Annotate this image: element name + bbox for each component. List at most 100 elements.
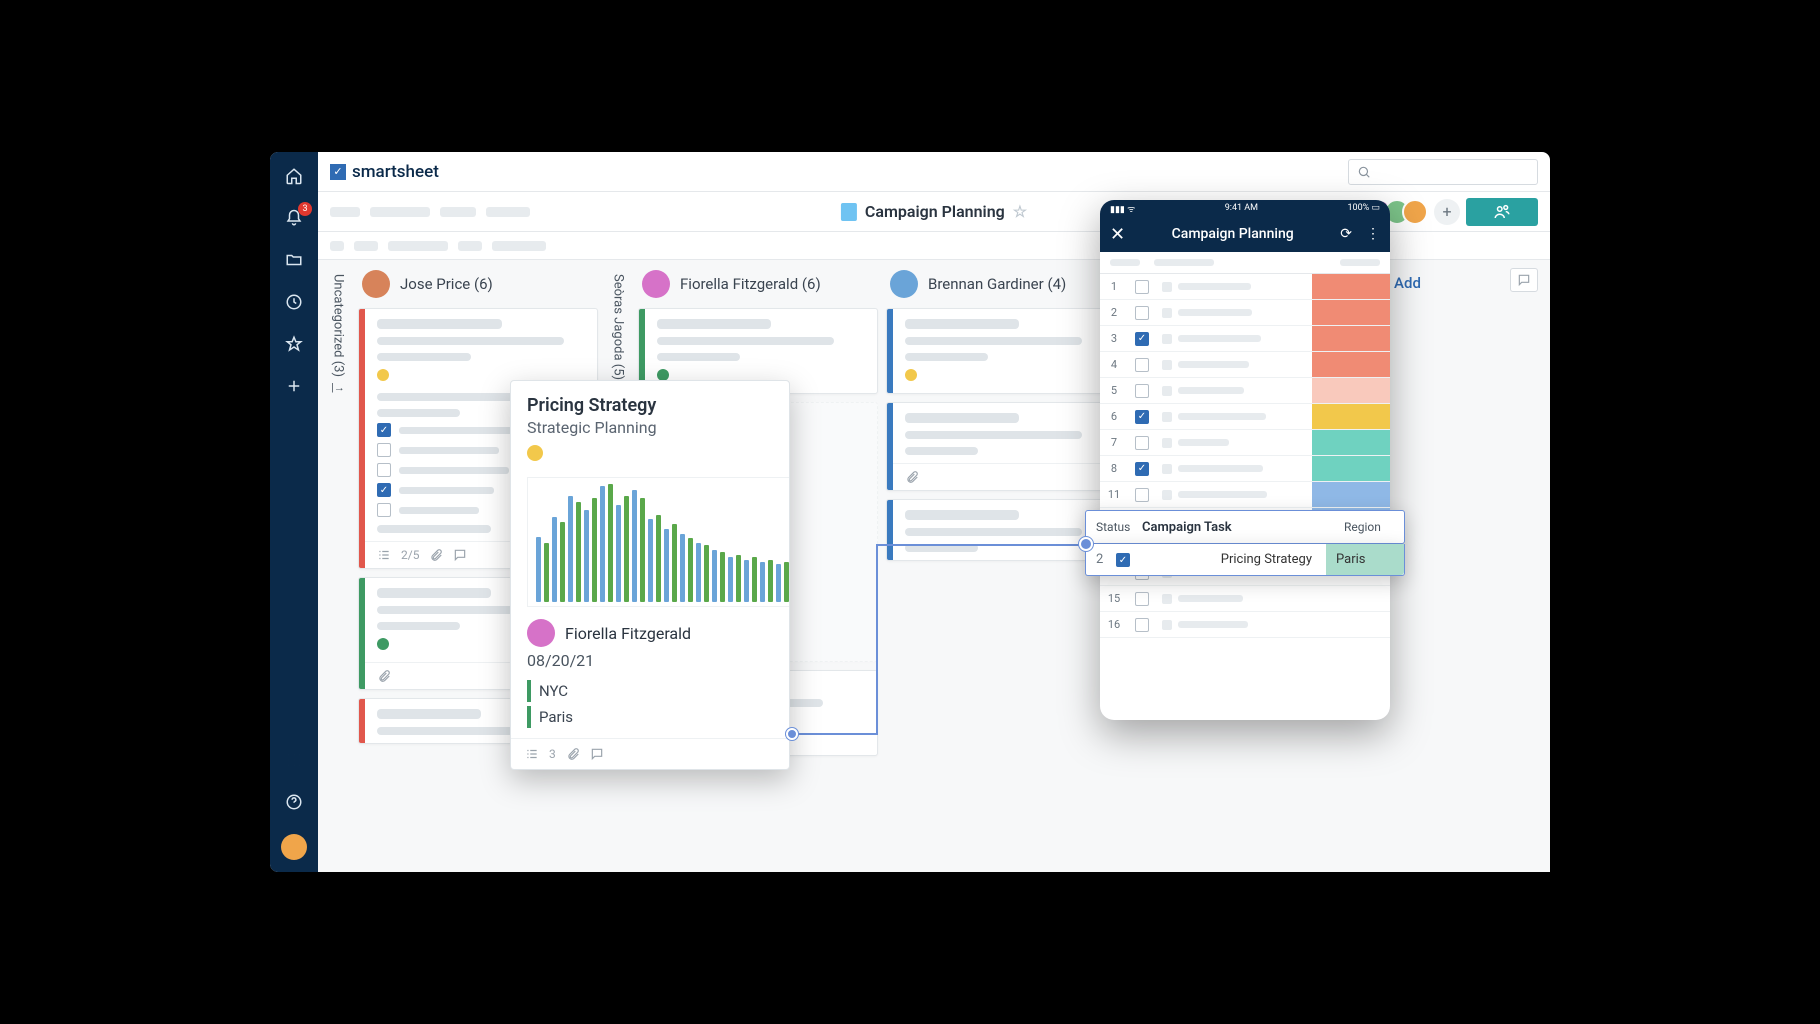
bell-icon[interactable]: 3 (284, 208, 304, 228)
status-dot-icon (377, 369, 389, 381)
checkbox-icon[interactable] (1135, 488, 1149, 502)
tag: Paris (527, 706, 790, 728)
card-mini-chart (527, 477, 790, 607)
comments-panel-button[interactable] (1510, 268, 1538, 292)
breadcrumb-skeleton (330, 207, 530, 217)
checkbox-icon[interactable] (1135, 280, 1149, 294)
phone-time: 9:41 AM (1225, 203, 1258, 213)
checkbox-icon[interactable] (1135, 306, 1149, 320)
top-bar: smartsheet (318, 152, 1550, 192)
home-icon[interactable] (284, 166, 304, 186)
apps-icon[interactable] (284, 750, 304, 770)
phone-grid-row[interactable]: 5 (1100, 378, 1390, 404)
plus-icon[interactable] (284, 376, 304, 396)
brand-logo[interactable]: smartsheet (330, 162, 439, 182)
checklist-icon (525, 747, 539, 761)
help-icon[interactable] (284, 792, 304, 812)
more-icon[interactable]: ⋮ (1366, 226, 1380, 242)
recent-icon[interactable] (284, 292, 304, 312)
checkbox-icon[interactable] (1135, 436, 1149, 450)
add-collaborator-button[interactable]: + (1434, 199, 1460, 225)
connector-node-icon (1079, 537, 1093, 551)
mobile-preview: ▮▮▮ ᯤ 9:41 AM 100% ▭ ✕ Campaign Planning… (1100, 200, 1390, 720)
signal-icon: ▮▮▮ ᯤ (1110, 202, 1135, 215)
card[interactable] (886, 402, 1126, 491)
phone-grid-row[interactable]: 3✓ (1100, 326, 1390, 352)
assignee-name: Fiorella Fitzgerald (565, 624, 691, 643)
comment-icon (453, 548, 467, 562)
checkbox-icon[interactable]: ✓ (1135, 332, 1149, 346)
sel-task: Pricing Strategy (1134, 552, 1326, 567)
search-input[interactable] (1348, 159, 1538, 185)
folder-icon[interactable] (284, 250, 304, 270)
phone-status-bar: ▮▮▮ ᯤ 9:41 AM 100% ▭ (1100, 200, 1390, 216)
phone-grid-row[interactable]: 2 (1100, 300, 1390, 326)
checkbox-icon[interactable] (377, 503, 391, 517)
lane-title: Brennan Gardiner (4) (928, 275, 1066, 293)
collapsed-lane-label: Uncategorized (3) (331, 274, 346, 377)
lane-header[interactable]: Brennan Gardiner (4) (886, 268, 1126, 300)
phone-grid-row[interactable]: 16 (1100, 612, 1390, 638)
phone-grid-row[interactable]: 6✓ (1100, 404, 1390, 430)
lane-header[interactable]: Fiorella Fitzgerald (6) (638, 268, 878, 300)
phone-grid-row[interactable]: 11 (1100, 482, 1390, 508)
checkbox-icon[interactable]: ✓ (1116, 553, 1130, 567)
phone-grid-row[interactable]: 8✓ (1100, 456, 1390, 482)
share-button[interactable] (1466, 198, 1538, 226)
attachment-icon (905, 470, 919, 484)
phone-grid-row[interactable]: 4 (1100, 352, 1390, 378)
lane-title: Fiorella Fitzgerald (6) (680, 275, 821, 293)
sel-region: Paris (1326, 544, 1404, 575)
attachment-icon (429, 548, 443, 562)
tag: NYC (527, 680, 790, 702)
phone-grid-row[interactable]: 15 (1100, 586, 1390, 612)
brand-mark-icon (330, 164, 346, 180)
avatar[interactable] (1402, 199, 1428, 225)
checklist-icon (377, 548, 391, 562)
lane-header[interactable]: Jose Price (6) (358, 268, 598, 300)
checkbox-icon[interactable] (1135, 384, 1149, 398)
sel-num: 2 (1086, 552, 1106, 567)
collapsed-lane-uncategorized[interactable]: Uncategorized (3) |→ (326, 268, 350, 872)
phone-column-header-callout: Status Campaign Task Region (1085, 510, 1405, 544)
phone-toolbar (1100, 252, 1390, 274)
popup-subtitle: Strategic Planning (527, 418, 790, 437)
connector-line (876, 544, 1086, 546)
card-detail-popup[interactable]: Pricing Strategy Strategic Planning Fior… (510, 380, 790, 770)
checkbox-icon[interactable] (377, 443, 391, 457)
favorites-icon[interactable] (284, 334, 304, 354)
expand-icon[interactable]: |→ (331, 381, 345, 394)
checkbox-icon[interactable] (1135, 618, 1149, 632)
checkbox-icon[interactable]: ✓ (377, 483, 391, 497)
phone-grid-row[interactable]: 1 (1100, 274, 1390, 300)
checkbox-icon[interactable]: ✓ (1135, 410, 1149, 424)
attachment-icon (566, 747, 580, 761)
popup-title: Pricing Strategy (527, 395, 790, 416)
popup-assignee[interactable]: Fiorella Fitzgerald (527, 619, 790, 647)
lane-title: Jose Price (6) (400, 275, 493, 293)
collapsed-lane-label: Seòras Jagoda (5) (611, 274, 626, 380)
popup-footer: 3 (511, 738, 790, 769)
checkbox-icon[interactable]: ✓ (1135, 462, 1149, 476)
checkbox-icon[interactable]: ✓ (377, 423, 391, 437)
avatar (642, 270, 670, 298)
card[interactable] (886, 308, 1126, 394)
col-region: Region (1334, 520, 1404, 534)
sheet-title-text: Campaign Planning (865, 202, 1005, 221)
phone-battery: 100% (1347, 203, 1369, 213)
close-icon[interactable]: ✕ (1110, 224, 1125, 245)
phone-grid-row[interactable]: 7 (1100, 430, 1390, 456)
checkbox-icon[interactable] (1135, 592, 1149, 606)
user-avatar[interactable] (281, 834, 307, 860)
col-task: Campaign Task (1132, 520, 1334, 535)
refresh-icon[interactable]: ⟳ (1340, 226, 1352, 242)
col-status: Status (1086, 520, 1132, 534)
status-dot-icon (905, 369, 917, 381)
checkbox-icon[interactable] (1135, 358, 1149, 372)
popup-tags: NYC Paris (527, 680, 790, 728)
avatar (362, 270, 390, 298)
favorite-star-icon[interactable]: ☆ (1013, 202, 1027, 221)
phone-grid[interactable]: 123✓456✓78✓1112✓13✓141516 (1100, 274, 1390, 638)
sheet-icon (841, 203, 857, 221)
checkbox-icon[interactable] (377, 463, 391, 477)
